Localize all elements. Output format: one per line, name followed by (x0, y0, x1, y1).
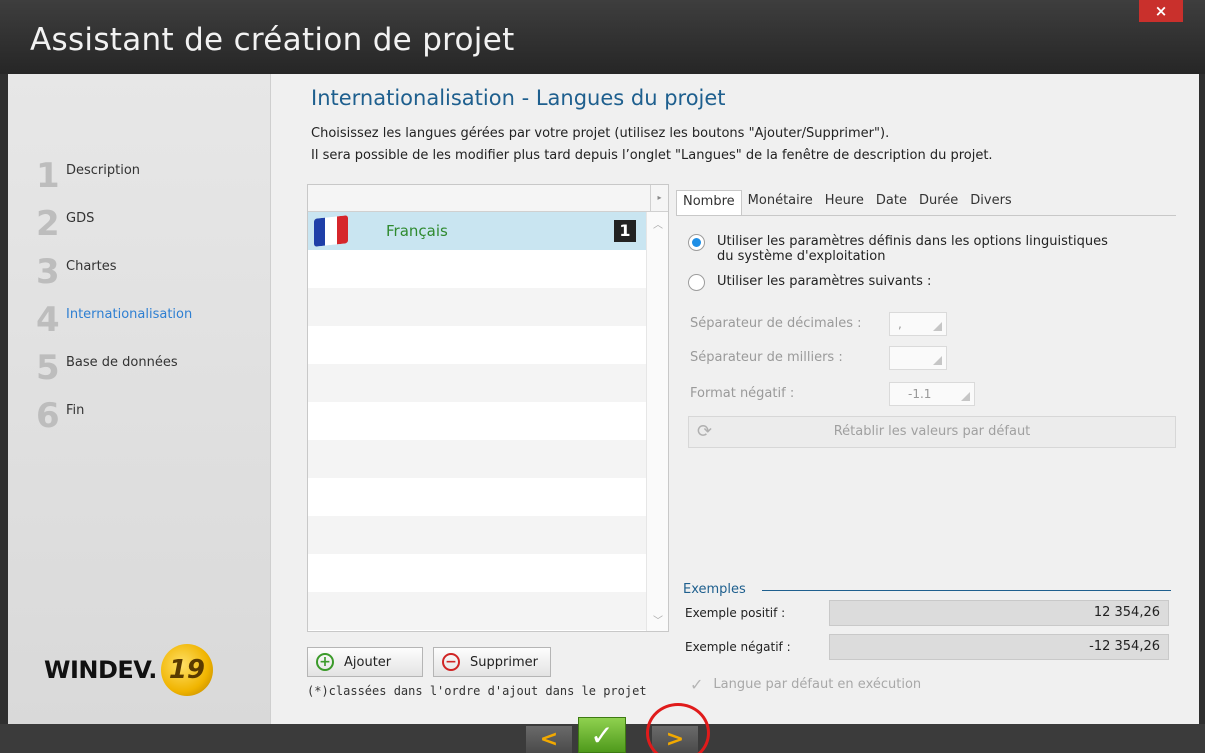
negative-format-select[interactable]: -1.1 (889, 382, 975, 406)
language-rank: 1 (614, 220, 636, 242)
negative-format-value: -1.1 (908, 387, 932, 401)
checkmark-icon: ✓ (690, 675, 704, 694)
step-number: 4 (36, 300, 60, 340)
default-language-checkbox[interactable]: ✓ Langue par défaut en exécution (690, 675, 921, 694)
nombre-panel: Utiliser les paramètres définis dans les… (676, 215, 1176, 640)
decimal-separator-label: Séparateur de décimales : (690, 316, 862, 331)
language-name: Français (386, 222, 448, 240)
list-item[interactable]: Français 1 (308, 212, 646, 250)
step-number: 6 (36, 396, 60, 436)
list-item[interactable] (308, 364, 646, 402)
step-label: Description (66, 163, 141, 178)
tab-heure[interactable]: Heure (819, 190, 870, 216)
vertical-scrollbar[interactable]: ︿ ﹀ (646, 212, 668, 631)
dropdown-icon (961, 392, 970, 401)
step-base-de-donnees[interactable]: 5 Base de données (36, 348, 178, 388)
tab-divers[interactable]: Divers (964, 190, 1017, 216)
add-button[interactable]: + Ajouter (307, 647, 423, 677)
default-language-label: Langue par défaut en exécution (713, 677, 922, 692)
scroll-right-icon[interactable]: ▸ (650, 185, 668, 211)
tab-duree[interactable]: Durée (913, 190, 964, 216)
page-description-1: Choisissez les langues gérées par votre … (311, 126, 890, 141)
step-label: Base de données (66, 355, 178, 370)
step-label: GDS (66, 211, 95, 226)
step-label: Internationalisation (66, 307, 193, 322)
flag-fr-icon (314, 215, 348, 247)
dropdown-icon (933, 322, 942, 331)
tab-monetaire[interactable]: Monétaire (742, 190, 819, 216)
reset-defaults-button[interactable]: ⟳ Rétablir les valeurs par défaut (688, 416, 1176, 448)
radio-label: Utiliser les paramètres suivants : (717, 274, 932, 289)
settings-tabs: Nombre Monétaire Heure Date Durée Divers (676, 190, 1018, 216)
reset-label: Rétablir les valeurs par défaut (833, 424, 1031, 439)
positive-example-label: Exemple positif : (685, 606, 786, 620)
list-item[interactable] (308, 516, 646, 554)
page-title: Internationalisation - Langues du projet (311, 86, 726, 110)
tab-date[interactable]: Date (870, 190, 913, 216)
step-description[interactable]: 1 Description (36, 156, 141, 196)
step-label: Fin (66, 403, 85, 418)
windev-logo: WINDEV. 19 (44, 644, 213, 696)
version-badge: 19 (160, 644, 213, 696)
previous-button[interactable]: < (526, 726, 572, 753)
step-number: 1 (36, 156, 60, 196)
step-internationalisation[interactable]: 4 Internationalisation (36, 300, 193, 340)
examples-title: Exemples (683, 582, 746, 597)
list-item[interactable] (308, 554, 646, 592)
list-item[interactable] (308, 440, 646, 478)
step-number: 3 (36, 252, 60, 292)
window-title: Assistant de création de projet (30, 22, 515, 58)
step-fin[interactable]: 6 Fin (36, 396, 85, 436)
minus-icon: − (442, 653, 460, 671)
radio-button[interactable] (688, 274, 705, 291)
tab-nombre[interactable]: Nombre (676, 190, 742, 216)
scroll-down-icon[interactable]: ﹀ (647, 612, 669, 627)
radio-label-line2: du système d'exploitation (717, 249, 886, 264)
remove-button-label: Supprimer (470, 654, 538, 670)
negative-example-value: -12 354,26 (829, 634, 1169, 660)
list-item[interactable] (308, 288, 646, 326)
negative-format-label: Format négatif : (690, 386, 795, 401)
negative-example-label: Exemple négatif : (685, 640, 791, 654)
radio-label-line1: Utiliser les paramètres définis dans les… (717, 234, 1108, 249)
thousand-separator-label: Séparateur de milliers : (690, 350, 843, 365)
list-item[interactable] (308, 402, 646, 440)
scroll-up-icon[interactable]: ︿ (647, 216, 669, 231)
steps-sidebar: 1 Description 2 GDS 3 Chartes 4 Internat… (8, 74, 271, 724)
thousand-separator-select[interactable] (889, 346, 947, 370)
step-label: Chartes (66, 259, 117, 274)
radio-system-settings[interactable]: Utiliser les paramètres définis dans les… (688, 234, 1108, 264)
radio-button[interactable] (688, 234, 705, 251)
language-list[interactable]: ▸ Français 1 ︿ ﹀ (307, 184, 669, 632)
page-description-2: Il sera possible de les modifier plus ta… (311, 148, 993, 163)
list-item[interactable] (308, 326, 646, 364)
decimal-separator-select[interactable]: , (889, 312, 947, 336)
refresh-icon: ⟳ (697, 421, 713, 442)
dropdown-icon (933, 356, 942, 365)
order-note: (*)classées dans l'ordre d'ajout dans le… (307, 684, 647, 698)
logo-word: WINDEV. (44, 656, 157, 684)
examples-divider (762, 590, 1171, 591)
plus-icon: + (316, 653, 334, 671)
add-button-label: Ajouter (344, 654, 392, 670)
language-rows: Français 1 (308, 212, 646, 630)
positive-example-value: 12 354,26 (829, 600, 1169, 626)
list-header: ▸ (308, 185, 668, 212)
list-item[interactable] (308, 478, 646, 516)
decimal-separator-value: , (898, 317, 902, 331)
title-bar: Assistant de création de projet × (0, 0, 1205, 74)
step-chartes[interactable]: 3 Chartes (36, 252, 117, 292)
remove-button[interactable]: − Supprimer (433, 647, 551, 677)
radio-custom-settings[interactable]: Utiliser les paramètres suivants : (688, 274, 931, 291)
close-icon[interactable]: × (1139, 0, 1183, 22)
list-item[interactable] (308, 250, 646, 288)
step-gds[interactable]: 2 GDS (36, 204, 95, 244)
list-item[interactable] (308, 592, 646, 630)
step-number: 2 (36, 204, 60, 244)
step-number: 5 (36, 348, 60, 388)
finish-button[interactable]: ✓ (578, 717, 626, 753)
